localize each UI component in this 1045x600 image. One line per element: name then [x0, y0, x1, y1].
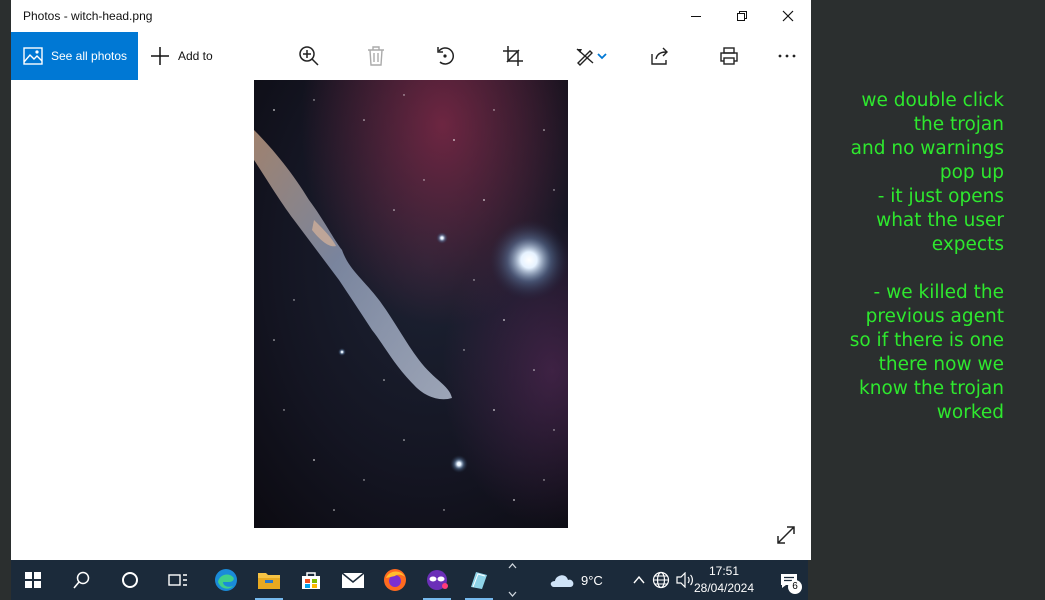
search-button[interactable]: [60, 560, 104, 600]
temperature: 9°C: [581, 572, 603, 588]
more-button[interactable]: [775, 44, 799, 68]
network-button[interactable]: [651, 570, 671, 590]
taskbar-scroll: [506, 560, 518, 600]
crop-icon: [503, 46, 523, 66]
desktop-strip: [0, 0, 11, 560]
start-icon: [25, 572, 41, 588]
start-button[interactable]: [11, 560, 55, 600]
crop-button[interactable]: [501, 44, 525, 68]
close-icon: [782, 10, 794, 22]
add-to-label: Add to: [178, 49, 213, 63]
globe-icon: [652, 571, 670, 589]
restore-icon: [737, 11, 747, 21]
fullscreen-button[interactable]: [775, 524, 799, 548]
toolbar: See all photos Add to: [11, 32, 811, 80]
edit-dropdown-button[interactable]: [595, 44, 609, 68]
more-icon: [778, 54, 796, 58]
cloud-icon: [550, 575, 574, 587]
edit-create-button[interactable]: [573, 44, 597, 68]
expand-icon: [777, 526, 795, 544]
store-icon: [302, 572, 320, 589]
add-to-button[interactable]: Add to: [149, 32, 213, 80]
app-icon: [427, 570, 448, 590]
rotate-icon: [437, 47, 455, 65]
plus-icon: [151, 47, 169, 65]
app2-icon: [471, 572, 487, 589]
cortana-button[interactable]: [108, 560, 152, 600]
photos-icon: [23, 47, 43, 65]
print-button[interactable]: [717, 44, 741, 68]
chevron-up-icon[interactable]: [508, 563, 517, 569]
clock-date: 28/04/2024: [693, 581, 755, 595]
zoom-button[interactable]: [297, 44, 321, 68]
edge-button[interactable]: [204, 560, 248, 600]
chevron-up-icon: [633, 576, 645, 584]
task-view-button[interactable]: [156, 560, 200, 600]
app2-button[interactable]: [457, 560, 501, 600]
show-hidden-icons-button[interactable]: [629, 570, 649, 590]
share-button[interactable]: [648, 44, 672, 68]
delete-icon: [368, 46, 384, 66]
restore-button[interactable]: [719, 0, 765, 32]
delete-button[interactable]: [364, 44, 388, 68]
notification-badge: 6: [788, 580, 802, 594]
share-icon: [651, 47, 668, 65]
chevron-down-icon: [597, 53, 607, 60]
search-icon: [73, 571, 90, 589]
store-button[interactable]: [289, 560, 333, 600]
app-button[interactable]: [415, 560, 459, 600]
print-icon: [720, 47, 738, 65]
annotation-note: we double click the trojan and no warnin…: [849, 90, 1004, 423]
firefox-button[interactable]: [373, 560, 417, 600]
clock-time: 17:51: [708, 564, 740, 578]
clock[interactable]: 17:51 28/04/2024: [689, 563, 759, 597]
firefox-icon: [384, 569, 406, 591]
mail-button[interactable]: [331, 560, 375, 600]
zoom-icon: [299, 46, 319, 66]
weather-widget[interactable]: 9°C: [549, 560, 603, 600]
minimize-button[interactable]: [673, 0, 719, 32]
edge-icon: [215, 569, 237, 591]
minimize-icon: [691, 16, 701, 17]
file-explorer-button[interactable]: [247, 560, 291, 600]
system-tray: 9°C 17:51 28/04/2024 6: [521, 560, 808, 600]
title-bar: Photos - witch-head.png: [11, 0, 811, 32]
edit-create-icon: [576, 48, 594, 66]
close-button[interactable]: [765, 0, 811, 32]
rotate-button[interactable]: [433, 44, 457, 68]
photos-window: Photos - witch-head.png See all photos A…: [11, 0, 811, 560]
mail-icon: [341, 572, 365, 588]
witch-head-nebula-image: [254, 80, 568, 528]
window-title: Photos - witch-head.png: [23, 9, 153, 23]
task-view-icon: [168, 574, 187, 586]
photo-image: [254, 80, 568, 528]
see-all-photos-button[interactable]: See all photos: [11, 32, 138, 80]
taskbar: 9°C 17:51 28/04/2024 6: [11, 560, 808, 600]
see-all-label: See all photos: [51, 49, 128, 63]
chevron-down-icon[interactable]: [508, 591, 517, 597]
file-explorer-icon: [258, 573, 280, 589]
cortana-icon: [122, 572, 138, 588]
